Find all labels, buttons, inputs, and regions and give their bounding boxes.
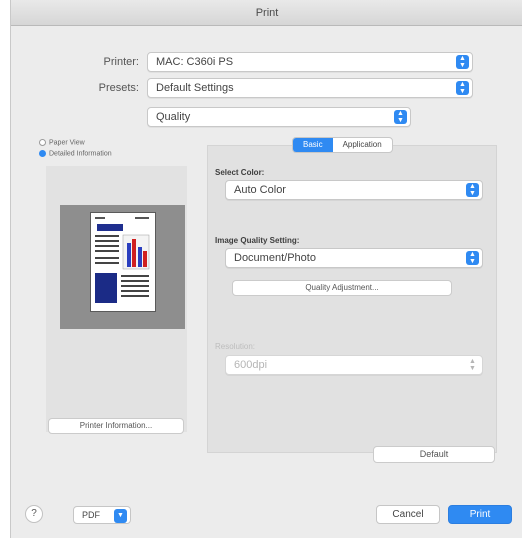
default-button[interactable]: Default [373,446,495,463]
radio-paper-view[interactable]: Paper View [39,139,85,146]
pdf-label: PDF [82,510,100,520]
radio-detailed-information[interactable]: Detailed Information [39,150,112,157]
chevron-down-icon: ▼ [114,509,127,523]
print-dialog: Print Printer: MAC: C360i PS ▲ ▼ Presets:… [10,0,522,538]
resolution-value: 600dpi [234,359,268,371]
window-title: Print [11,0,522,26]
presets-value: Default Settings [156,82,234,94]
page-thumbnail-icon [95,217,150,303]
stepper-icon: ▲ ▼ [469,358,476,372]
quality-adjustment-button[interactable]: Quality Adjustment... [232,280,452,296]
select-color-value: Auto Color [234,184,286,196]
stepper-icon: ▲ ▼ [456,55,469,69]
pdf-menu-button[interactable]: PDF ▼ [73,506,131,524]
tab-basic[interactable]: Basic [293,138,333,152]
select-color-popup[interactable]: Auto Color ▲ ▼ [225,180,483,200]
radio-label: Detailed Information [49,150,112,158]
printer-label: Printer: [103,56,139,68]
section-value: Quality [156,111,191,123]
resolution-popup[interactable]: 600dpi ▲ ▼ [225,355,483,375]
radio-label: Paper View [49,139,85,147]
radio-button-selected-icon [39,150,46,157]
stepper-icon: ▲ ▼ [466,183,479,197]
section-popup[interactable]: Quality ▲ ▼ [147,107,411,127]
image-quality-popup[interactable]: Document/Photo ▲ ▼ [225,248,483,268]
printer-value: MAC: C360i PS [156,56,234,68]
tab-bar: Basic Application [292,137,393,153]
radio-button-icon [39,139,46,146]
help-button[interactable]: ? [25,505,43,523]
page-thumbnail [90,212,156,312]
stepper-icon: ▲ ▼ [394,110,407,124]
presets-popup[interactable]: Default Settings ▲ ▼ [147,78,473,98]
presets-label: Presets: [98,82,139,94]
print-button[interactable]: Print [448,505,512,524]
tab-application[interactable]: Application [333,138,392,152]
printer-information-button[interactable]: Printer Information... [48,418,184,434]
image-quality-label: Image Quality Setting: [215,236,300,245]
stepper-icon: ▲ ▼ [466,251,479,265]
cancel-button[interactable]: Cancel [376,505,440,524]
resolution-label: Resolution: [215,342,256,351]
stepper-icon: ▲ ▼ [456,81,469,95]
select-color-label: Select Color: [215,168,265,177]
image-quality-value: Document/Photo [234,252,316,264]
printer-popup[interactable]: MAC: C360i PS ▲ ▼ [147,52,473,72]
